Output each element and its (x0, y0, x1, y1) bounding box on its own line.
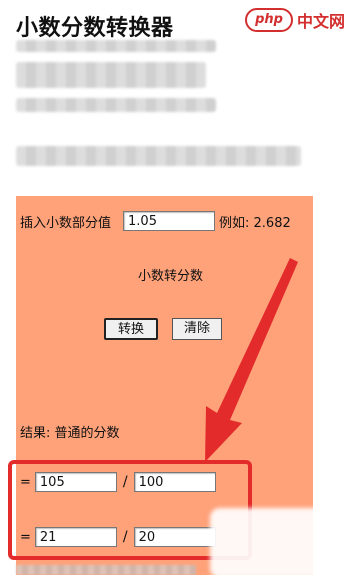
decimal-input-label: 插入小数部分值 (20, 215, 112, 231)
watermark-badge: php (245, 8, 293, 32)
action-buttons: 转换 清除 (104, 318, 222, 340)
converter-page: 小数分数转换器 php 中文网 插入小数部分值 1.05 例如: 2.682 小… (0, 0, 357, 575)
blurred-text-line (16, 146, 301, 166)
result-row: 结果: 普通的分数 (20, 422, 120, 441)
blurred-text-line (16, 62, 206, 88)
blurred-text-line (16, 565, 196, 575)
watermark-text: 中文网 (296, 12, 345, 31)
site-watermark: php 中文网 (245, 8, 345, 32)
convert-button[interactable]: 转换 (104, 318, 158, 340)
mode-row: 小数转分数 (138, 265, 203, 284)
decimal-input-row: 插入小数部分值 1.05 例如: 2.682 (20, 211, 291, 231)
blurred-text-line (16, 98, 216, 112)
result-label: 结果: 普通的分数 (20, 426, 120, 441)
mode-label: 小数转分数 (138, 269, 204, 284)
page-title: 小数分数转换器 (16, 16, 174, 41)
decimal-input-field[interactable]: 1.05 (123, 211, 216, 231)
example-text: 例如: 2.682 (219, 215, 291, 231)
blurred-text-line (16, 40, 216, 52)
blurred-overlay (210, 508, 357, 575)
clear-button[interactable]: 清除 (172, 318, 222, 340)
